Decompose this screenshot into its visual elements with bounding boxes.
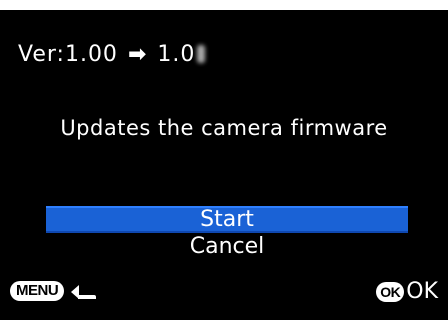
menu-list: Start Cancel [46, 206, 408, 260]
menu-button-badge: MENU [10, 281, 65, 301]
blurred-digit [197, 45, 206, 63]
firmware-message: Updates the camera firmware [60, 116, 388, 140]
current-version: Ver:1.00 [18, 41, 118, 67]
right-arrow-icon: ➡ [127, 41, 148, 67]
version-line: Ver:1.00 ➡ 1.0 [18, 38, 206, 70]
camera-screen: Ver:1.00 ➡ 1.0 Updates the camera firmwa… [0, 10, 448, 320]
menu-back-hint[interactable]: MENU [10, 280, 98, 302]
ok-button-badge: OK [376, 282, 405, 302]
ok-label: OK [406, 279, 438, 304]
back-arrow-icon [71, 285, 97, 299]
target-version: 1.0 [157, 41, 196, 67]
cancel-option[interactable]: Cancel [46, 233, 408, 260]
start-option[interactable]: Start [46, 206, 408, 233]
ok-hint[interactable]: OK OK [376, 280, 438, 304]
